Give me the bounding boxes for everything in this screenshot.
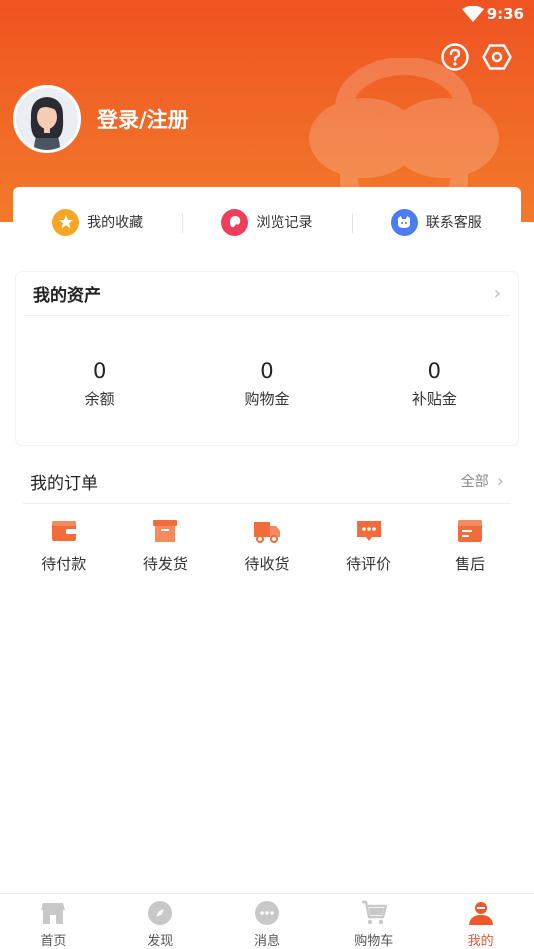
chevron-right-icon: ›: [496, 470, 504, 492]
tab-home-label: 首页: [40, 934, 67, 949]
order-pending-receipt[interactable]: 待收货: [216, 518, 318, 574]
avatar[interactable]: [13, 85, 81, 153]
tab-profile[interactable]: 我的: [427, 894, 534, 949]
settings-icon[interactable]: [482, 42, 512, 72]
order-pending-shipment[interactable]: 待发货: [115, 518, 217, 574]
home-icon: [41, 903, 66, 924]
pending-review-label: 待评价: [346, 555, 392, 573]
assets-header[interactable]: 我的资产 ›: [24, 272, 510, 316]
pending-shipment-label: 待发货: [142, 555, 188, 573]
balance-value: 0: [92, 359, 107, 383]
status-bar: 9:36: [0, 0, 534, 30]
truck-icon: [253, 522, 280, 543]
history-icon: [221, 208, 249, 236]
tab-discover[interactable]: 发现: [107, 894, 214, 949]
help-icon[interactable]: [440, 42, 470, 72]
profile-icon: [468, 902, 493, 925]
wallet-icon: [51, 521, 76, 541]
comment-icon: [356, 521, 381, 541]
pending-payment-label: 待付款: [41, 555, 87, 573]
asset-shopping-gold[interactable]: 0 购物金: [183, 358, 350, 409]
tab-profile-label: 我的: [467, 934, 494, 949]
cart-icon: [361, 900, 387, 925]
status-time: 9:36: [486, 5, 524, 23]
after-sale-label: 售后: [455, 555, 486, 573]
balance-label: 余额: [84, 390, 115, 408]
box-icon: [153, 520, 178, 542]
asset-subsidy[interactable]: 0 补贴金: [351, 358, 518, 409]
orders-title: 我的订单: [30, 473, 98, 494]
subsidy-value: 0: [427, 359, 441, 383]
profile-page: 9:36 登录/注册 我的收藏 浏览记录 联系客服 我的资产 › 0 余额 0 …: [0, 0, 534, 949]
history-link[interactable]: 浏览记录: [182, 208, 351, 236]
orders-header: 我的订单 全部 ›: [23, 459, 511, 504]
header-actions: [440, 42, 512, 72]
asset-balance[interactable]: 0 余额: [16, 358, 183, 409]
quick-links-card: 我的收藏 浏览记录 联系客服: [13, 187, 521, 257]
favorites-link[interactable]: 我的收藏: [13, 208, 182, 236]
all-orders-link[interactable]: 全部 ›: [461, 471, 504, 492]
service-icon: [390, 208, 418, 236]
assets-row: 0 余额 0 购物金 0 补贴金: [16, 316, 518, 409]
tab-cart-label: 购物车: [354, 934, 394, 949]
assets-card: 我的资产 › 0 余额 0 购物金 0 补贴金: [16, 272, 518, 445]
order-pending-review[interactable]: 待评价: [318, 518, 420, 574]
shopping-gold-value: 0: [260, 359, 274, 383]
customer-service-link[interactable]: 联系客服: [351, 208, 521, 236]
tab-home[interactable]: 首页: [0, 894, 107, 949]
tab-messages-label: 消息: [253, 934, 280, 949]
login-register-link[interactable]: 登录/注册: [97, 104, 189, 134]
favorites-label: 我的收藏: [87, 215, 144, 231]
compass-icon: [148, 901, 173, 925]
star-icon: [52, 208, 80, 236]
assets-title: 我的资产: [33, 286, 101, 306]
orders-card: 我的订单 全部 › 待付款 待发货 待收货 待评价 售后: [13, 459, 521, 583]
order-after-sale[interactable]: 售后: [419, 518, 521, 574]
bottom-tab-bar: 首页 发现 消息 购物车 我的: [0, 893, 534, 949]
history-label: 浏览记录: [256, 215, 313, 231]
subsidy-label: 补贴金: [411, 390, 457, 408]
aftersale-icon: [458, 520, 483, 542]
order-status-row: 待付款 待发货 待收货 待评价 售后: [13, 504, 521, 574]
tab-messages[interactable]: 消息: [214, 894, 321, 949]
wifi-icon: [462, 5, 484, 26]
tab-cart[interactable]: 购物车: [320, 894, 427, 949]
tab-discover-label: 发现: [147, 934, 174, 949]
chevron-right-icon: ›: [493, 283, 501, 304]
order-pending-payment[interactable]: 待付款: [13, 518, 115, 574]
all-orders-label: 全部: [460, 474, 489, 490]
pending-receipt-label: 待收货: [244, 555, 290, 573]
customer-service-label: 联系客服: [425, 215, 482, 231]
message-icon: [254, 901, 279, 925]
shopping-gold-label: 购物金: [244, 390, 290, 408]
